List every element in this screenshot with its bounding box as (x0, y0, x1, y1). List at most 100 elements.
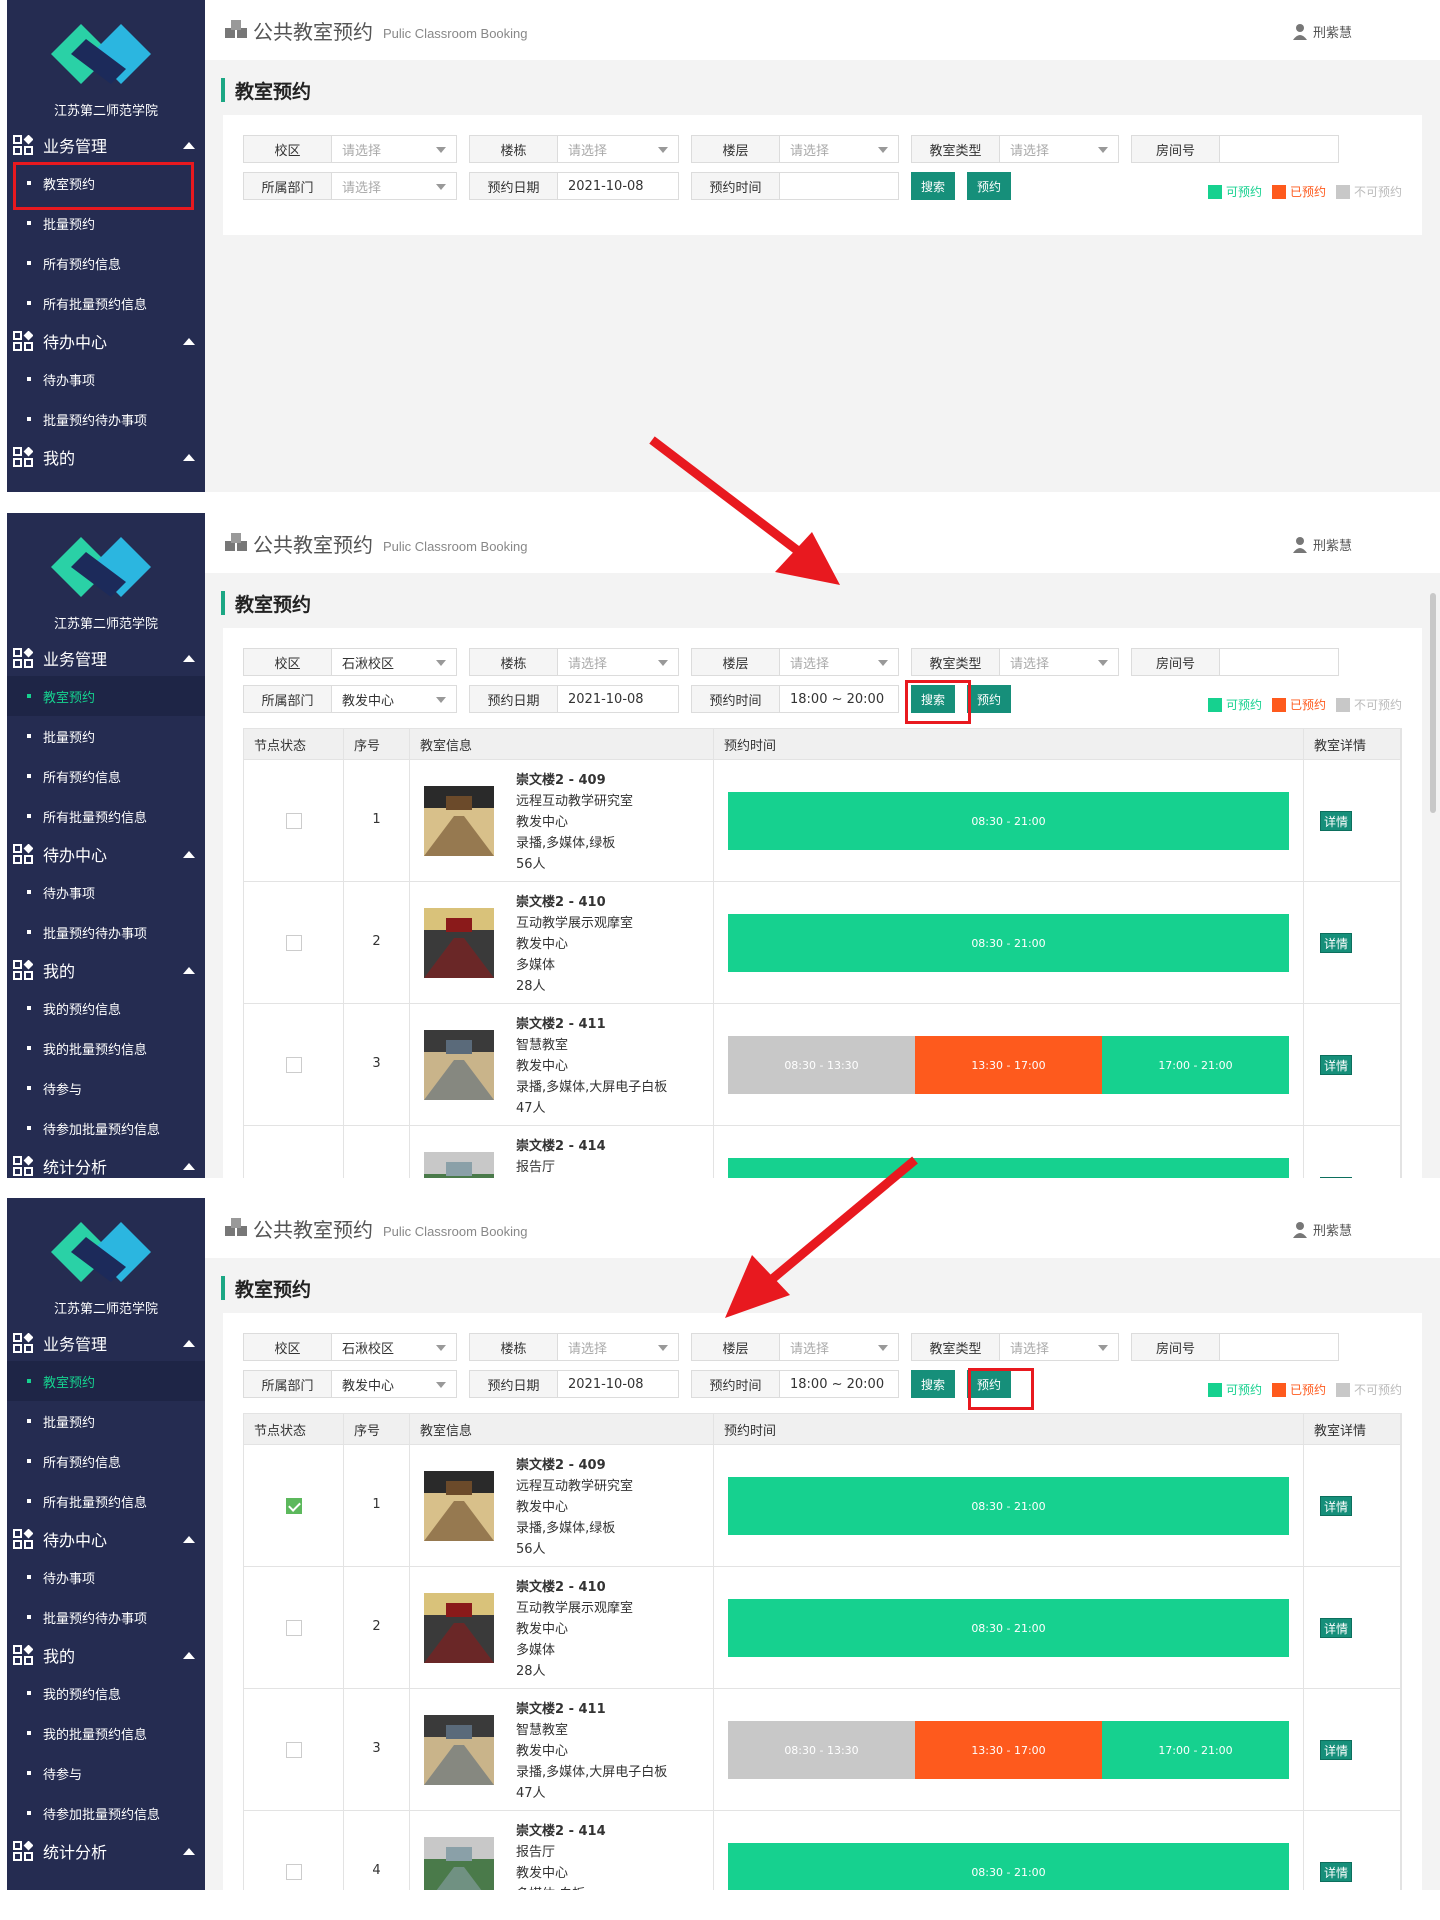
sidebar-item[interactable]: 待办事项 (7, 359, 205, 399)
detail-button[interactable]: 详情 (1320, 1740, 1352, 1760)
date-input[interactable]: 预约日期 2021-10-08 (469, 1370, 679, 1398)
floor-select[interactable]: 楼层 请选择 (691, 1333, 899, 1361)
building-select[interactable]: 楼栋 请选择 (469, 648, 679, 676)
user-menu[interactable]: 刑紫慧 (1292, 1220, 1352, 1239)
time-slot[interactable]: 08:30 - 13:30 (728, 1036, 915, 1094)
sidebar-item[interactable]: 所有批量预约信息 (7, 1481, 205, 1521)
detail-button[interactable]: 详情 (1320, 1862, 1352, 1882)
user-menu[interactable]: 刑紫慧 (1292, 535, 1352, 554)
room-type-select[interactable]: 教室类型 请选择 (911, 135, 1119, 163)
time-slot[interactable]: 17:00 - 21:00 (1102, 1036, 1289, 1094)
sidebar-group[interactable]: 待办中心 (7, 1521, 205, 1557)
room-type-select[interactable]: 教室类型 请选择 (911, 1333, 1119, 1361)
row-checkbox[interactable] (286, 935, 302, 951)
room-type-select[interactable]: 教室类型 请选择 (911, 648, 1119, 676)
sidebar-item[interactable]: 批量预约待办事项 (7, 399, 205, 439)
app-title: 公共教室预约 (253, 532, 373, 557)
sidebar-item[interactable]: 待参与 (7, 1068, 205, 1108)
detail-button[interactable]: 详情 (1320, 811, 1352, 831)
dept-select[interactable]: 所属部门 教发中心 (243, 1370, 457, 1398)
row-checkbox[interactable] (286, 813, 302, 829)
sidebar-item[interactable]: 批量预约待办事项 (7, 1597, 205, 1637)
sidebar-group[interactable]: 业务管理 (7, 127, 205, 163)
row-checkbox[interactable] (286, 1498, 302, 1514)
sidebar-item[interactable]: 所有预约信息 (7, 1441, 205, 1481)
detail-button[interactable]: 详情 (1320, 1496, 1352, 1516)
sidebar-group[interactable]: 统计分析 (7, 1833, 205, 1869)
sidebar-item[interactable]: 所有预约信息 (7, 756, 205, 796)
detail-button[interactable]: 详情 (1320, 933, 1352, 953)
row-checkbox[interactable] (286, 1864, 302, 1880)
room-number-input[interactable]: 房间号 (1131, 1333, 1339, 1361)
time-slot[interactable]: 08:30 - 21:00 (728, 792, 1289, 850)
dept-select[interactable]: 所属部门 教发中心 (243, 685, 457, 713)
time-input[interactable]: 预约时间 18:00 ~ 20:00 (691, 685, 899, 713)
sidebar-item[interactable]: 我的批量预约信息 (7, 1028, 205, 1068)
room-number-input[interactable]: 房间号 (1131, 135, 1339, 163)
sidebar-group[interactable]: 待办中心 (7, 836, 205, 872)
sidebar-group[interactable]: 业务管理 (7, 1325, 205, 1361)
time-slot[interactable]: 08:30 - 21:00 (728, 914, 1289, 972)
time-input[interactable]: 预约时间 (691, 172, 899, 200)
sidebar-group[interactable]: 统计分析 (7, 1148, 205, 1178)
row-checkbox[interactable] (286, 1057, 302, 1073)
floor-select[interactable]: 楼层 请选择 (691, 648, 899, 676)
search-button[interactable]: 搜索 (911, 172, 955, 200)
sidebar-item[interactable]: 待办事项 (7, 872, 205, 912)
sidebar-item[interactable]: 待参加批量预约信息 (7, 1108, 205, 1148)
time-slot[interactable]: 13:30 - 17:00 (915, 1036, 1102, 1094)
time-slot[interactable]: 13:30 - 17:00 (915, 1721, 1102, 1779)
sidebar-item[interactable]: 所有批量预约信息 (7, 283, 205, 323)
sidebar-item[interactable]: 我的预约信息 (7, 1673, 205, 1713)
detail-button[interactable]: 详情 (1320, 1055, 1352, 1075)
sidebar-item[interactable]: 所有批量预约信息 (7, 796, 205, 836)
campus-select[interactable]: 校区 石湫校区 (243, 648, 457, 676)
building-select[interactable]: 楼栋 请选择 (469, 1333, 679, 1361)
sidebar-item[interactable]: 待参与 (7, 1753, 205, 1793)
sidebar-group[interactable]: 待办中心 (7, 323, 205, 359)
status-cell (244, 1004, 344, 1125)
scrollbar[interactable] (1430, 593, 1436, 813)
status-cell (244, 760, 344, 881)
detail-button[interactable]: 详情 (1320, 1177, 1352, 1178)
detail-button[interactable]: 详情 (1320, 1618, 1352, 1638)
sidebar-group[interactable]: 我的 (7, 439, 205, 475)
book-button[interactable]: 预约 (967, 172, 1011, 200)
room-number-input[interactable]: 房间号 (1131, 648, 1339, 676)
sidebar-item[interactable]: 我的批量预约信息 (7, 1713, 205, 1753)
sidebar-item[interactable]: 教室预约 (7, 676, 205, 716)
room-equipment: 多媒体 (516, 958, 556, 973)
floor-select[interactable]: 楼层 请选择 (691, 135, 899, 163)
dept-select[interactable]: 所属部门 请选择 (243, 172, 457, 200)
sidebar-item[interactable]: 所有预约信息 (7, 243, 205, 283)
time-input[interactable]: 预约时间 18:00 ~ 20:00 (691, 1370, 899, 1398)
time-slot[interactable]: 08:30 - 21:00 (728, 1843, 1289, 1890)
room-capacity: 28人 (516, 1664, 546, 1679)
sidebar-item[interactable]: 批量预约 (7, 1401, 205, 1441)
campus-select[interactable]: 校区 石湫校区 (243, 1333, 457, 1361)
time-slot[interactable]: 08:30 - 21:00 (728, 1477, 1289, 1535)
sidebar-item[interactable]: 批量预约待办事项 (7, 912, 205, 952)
sidebar-item[interactable]: 教室预约 (7, 1361, 205, 1401)
row-checkbox[interactable] (286, 1742, 302, 1758)
date-label: 预约日期 (470, 686, 558, 712)
time-slot[interactable]: 08:30 - 13:30 (728, 1721, 915, 1779)
date-input[interactable]: 预约日期 2021-10-08 (469, 685, 679, 713)
row-checkbox[interactable] (286, 1620, 302, 1636)
sidebar-group[interactable]: 业务管理 (7, 640, 205, 676)
sidebar-group[interactable]: 我的 (7, 1637, 205, 1673)
building-select[interactable]: 楼栋 请选择 (469, 135, 679, 163)
time-value (780, 173, 898, 199)
sidebar-item[interactable]: 批量预约 (7, 716, 205, 756)
campus-select[interactable]: 校区 请选择 (243, 135, 457, 163)
sidebar-group[interactable]: 我的 (7, 952, 205, 988)
book-button[interactable]: 预约 (967, 685, 1011, 713)
time-slot[interactable]: 08:30 - 21:00 (728, 1599, 1289, 1657)
search-button[interactable]: 搜索 (911, 1370, 955, 1398)
sidebar-item[interactable]: 待办事项 (7, 1557, 205, 1597)
date-input[interactable]: 预约日期 2021-10-08 (469, 172, 679, 200)
sidebar-item[interactable]: 待参加批量预约信息 (7, 1793, 205, 1833)
user-menu[interactable]: 刑紫慧 (1292, 22, 1352, 41)
time-slot[interactable]: 17:00 - 21:00 (1102, 1721, 1289, 1779)
sidebar-item[interactable]: 我的预约信息 (7, 988, 205, 1028)
